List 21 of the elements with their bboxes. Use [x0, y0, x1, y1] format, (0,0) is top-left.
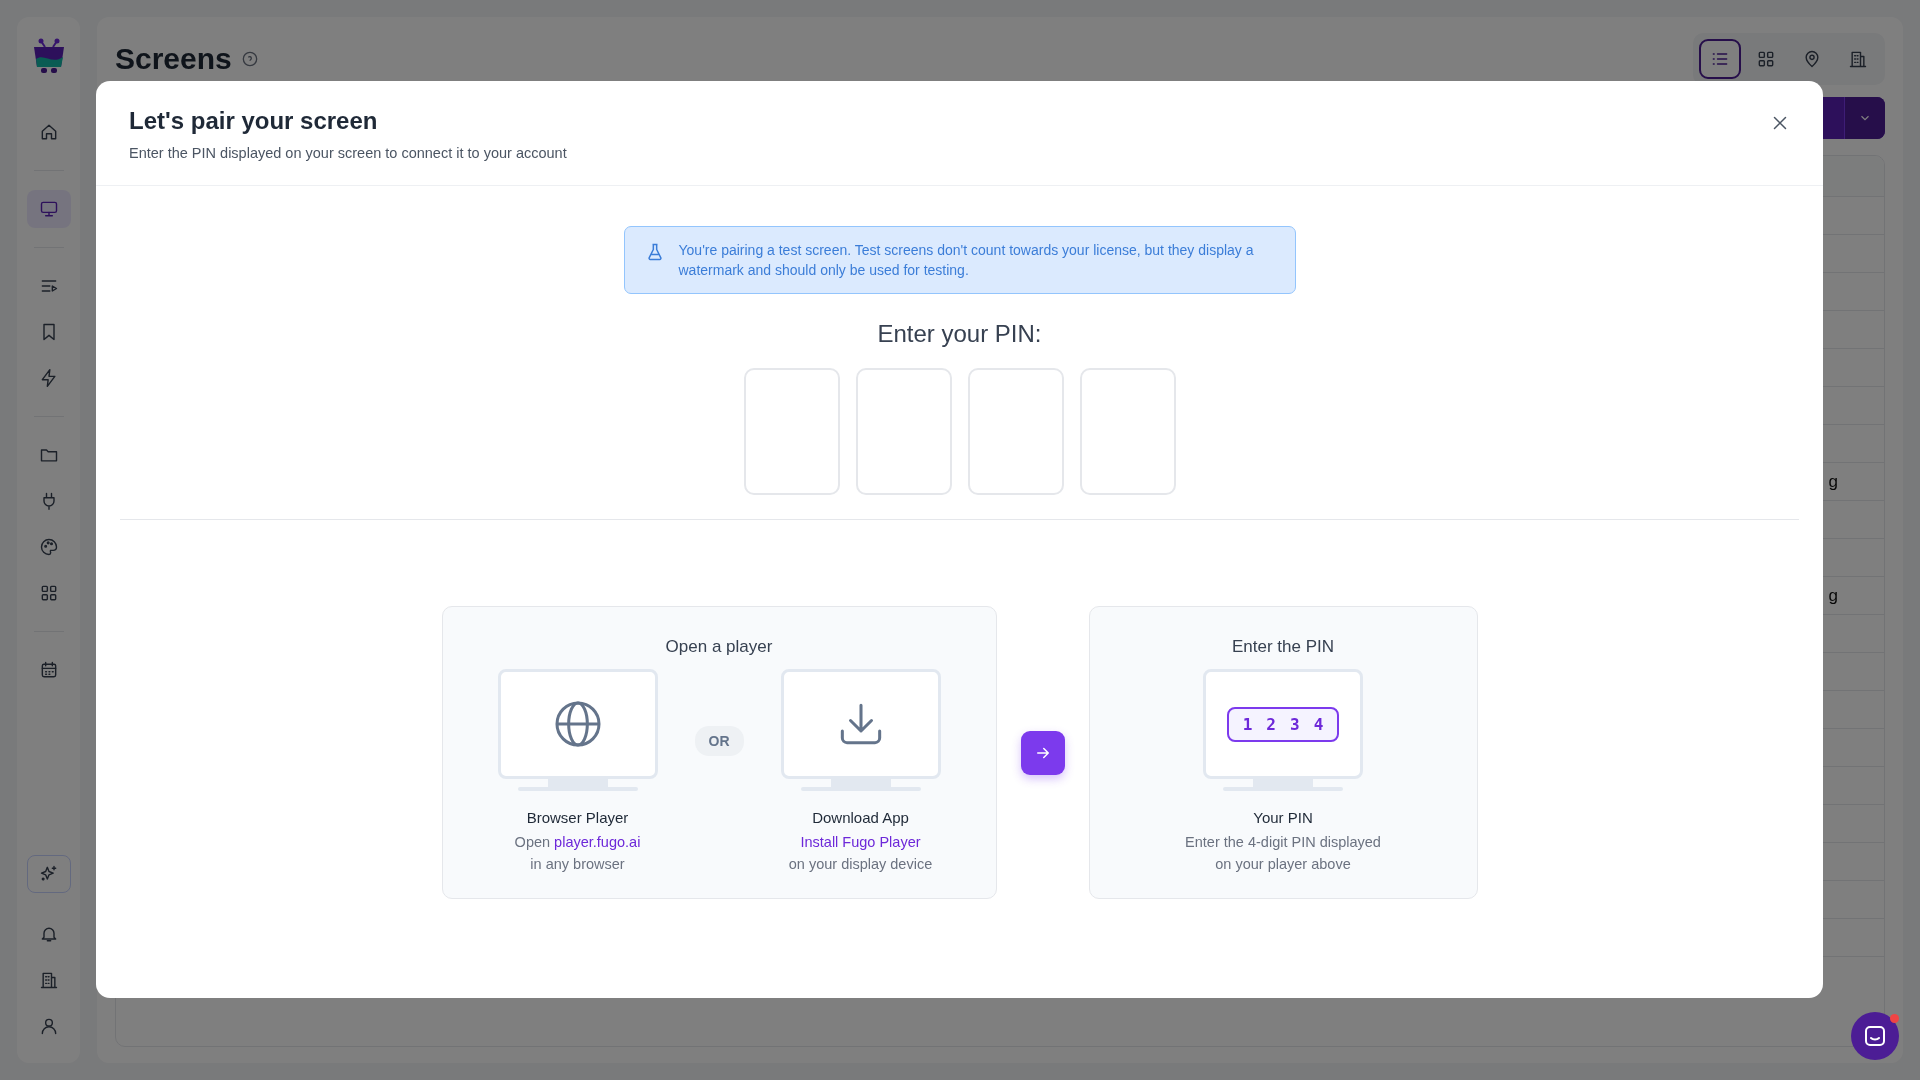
- instruction-text: Open player.fugo.ai: [514, 834, 641, 850]
- banner-text: You're pairing a test screen. Test screens don't count towards your license, but they display a watermark and should only be used for testing.: [678, 241, 1255, 280]
- pin-label: Enter your PIN:: [877, 320, 1042, 348]
- card-title: Open a player: [665, 637, 773, 657]
- option-title: Your PIN: [1253, 809, 1313, 826]
- option-title: Browser Player: [526, 809, 629, 826]
- option-title: Download App: [812, 809, 909, 826]
- dialog-title: Let's pair your screen: [129, 107, 378, 135]
- instruction-text: Enter the 4-digit PIN displayed: [1185, 834, 1381, 850]
- table-cell: g: [1828, 585, 1838, 606]
- page-title: Screens: [115, 42, 232, 76]
- link[interactable]: player.fugo.ai: [554, 834, 641, 850]
- or-divider: OR: [694, 725, 744, 756]
- instruction-text: on your display device: [788, 856, 933, 872]
- dialog-subtitle: Enter the PIN displayed on your screen to connect it to your account: [129, 145, 568, 161]
- sample-pin: 1 2 3 4: [1226, 706, 1340, 742]
- table-cell: g: [1828, 471, 1838, 492]
- card-title: Enter the PIN: [1231, 637, 1335, 657]
- link[interactable]: Install Fugo Player: [800, 834, 921, 850]
- instruction-text: on your player above: [1215, 856, 1351, 872]
- instruction-text: in any browser: [530, 856, 625, 872]
